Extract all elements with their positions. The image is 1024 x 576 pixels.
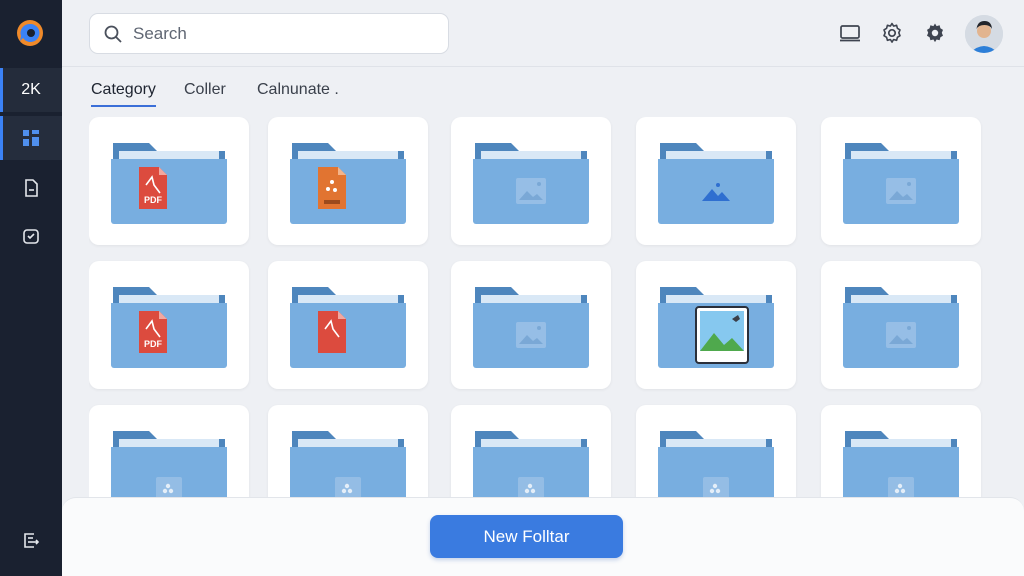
- folder-icon: [473, 431, 589, 497]
- folder-icon: PDF: [111, 287, 227, 368]
- gear-icon[interactable]: [880, 21, 904, 45]
- folder-card[interactable]: PDF: [89, 261, 249, 389]
- tab-category[interactable]: Category: [91, 81, 156, 107]
- folder-icon: [843, 287, 959, 368]
- sidebar: 2K: [0, 0, 62, 576]
- grid-icon: [23, 130, 39, 146]
- folder-icon: [111, 431, 227, 497]
- tab-coller[interactable]: Coller: [184, 81, 226, 99]
- tab-calnunate[interactable]: Calnunate .: [257, 81, 339, 99]
- user-avatar[interactable]: [965, 15, 1003, 53]
- folder-icon: PDF: [111, 143, 227, 224]
- document-icon: [25, 179, 38, 197]
- svg-text:PDF: PDF: [144, 195, 163, 205]
- folder-grid: PDF PDF: [89, 117, 984, 497]
- sidebar-item-exit[interactable]: [0, 518, 62, 562]
- folder-card[interactable]: PDF: [89, 117, 249, 245]
- inbox-check-icon: [23, 229, 39, 244]
- settings-icon[interactable]: [923, 21, 947, 45]
- sidebar-item-grid[interactable]: [0, 116, 62, 160]
- screen-icon[interactable]: [838, 21, 862, 45]
- folder-icon: [473, 143, 589, 224]
- folder-card[interactable]: [268, 405, 428, 497]
- folder-icon: [658, 287, 774, 368]
- folder-card[interactable]: [821, 261, 981, 389]
- folder-card[interactable]: [636, 117, 796, 245]
- folder-card[interactable]: [451, 117, 611, 245]
- avatar-image: [965, 15, 1003, 53]
- folder-card[interactable]: [268, 117, 428, 245]
- new-folder-button[interactable]: New Folltar: [430, 515, 623, 558]
- folder-icon: [473, 287, 589, 368]
- folder-icon: [658, 431, 774, 497]
- exit-icon: [24, 533, 40, 548]
- sidebar-item-label: 2K: [21, 81, 41, 98]
- folder-icon: [843, 143, 959, 224]
- app-logo-icon[interactable]: [15, 18, 45, 48]
- folder-card[interactable]: [636, 261, 796, 389]
- folder-card[interactable]: [636, 405, 796, 497]
- folder-card[interactable]: [451, 261, 611, 389]
- search-input[interactable]: [133, 23, 433, 44]
- folder-icon: [290, 431, 406, 497]
- folder-icon: [290, 143, 406, 224]
- folder-icon: [658, 143, 774, 224]
- folder-icon: [843, 431, 959, 497]
- sidebar-item-tasks[interactable]: [0, 214, 62, 258]
- folder-card[interactable]: [268, 261, 428, 389]
- search-icon: [104, 25, 122, 43]
- header-divider: [62, 66, 1024, 67]
- sidebar-item-documents[interactable]: [0, 166, 62, 210]
- sidebar-item-2k[interactable]: 2K: [0, 68, 62, 112]
- folder-card[interactable]: [821, 405, 981, 497]
- folder-card[interactable]: [821, 117, 981, 245]
- folder-card[interactable]: [451, 405, 611, 497]
- search-bar: [89, 13, 449, 54]
- folder-card[interactable]: [89, 405, 249, 497]
- svg-text:PDF: PDF: [144, 339, 163, 349]
- folder-icon: [290, 287, 406, 368]
